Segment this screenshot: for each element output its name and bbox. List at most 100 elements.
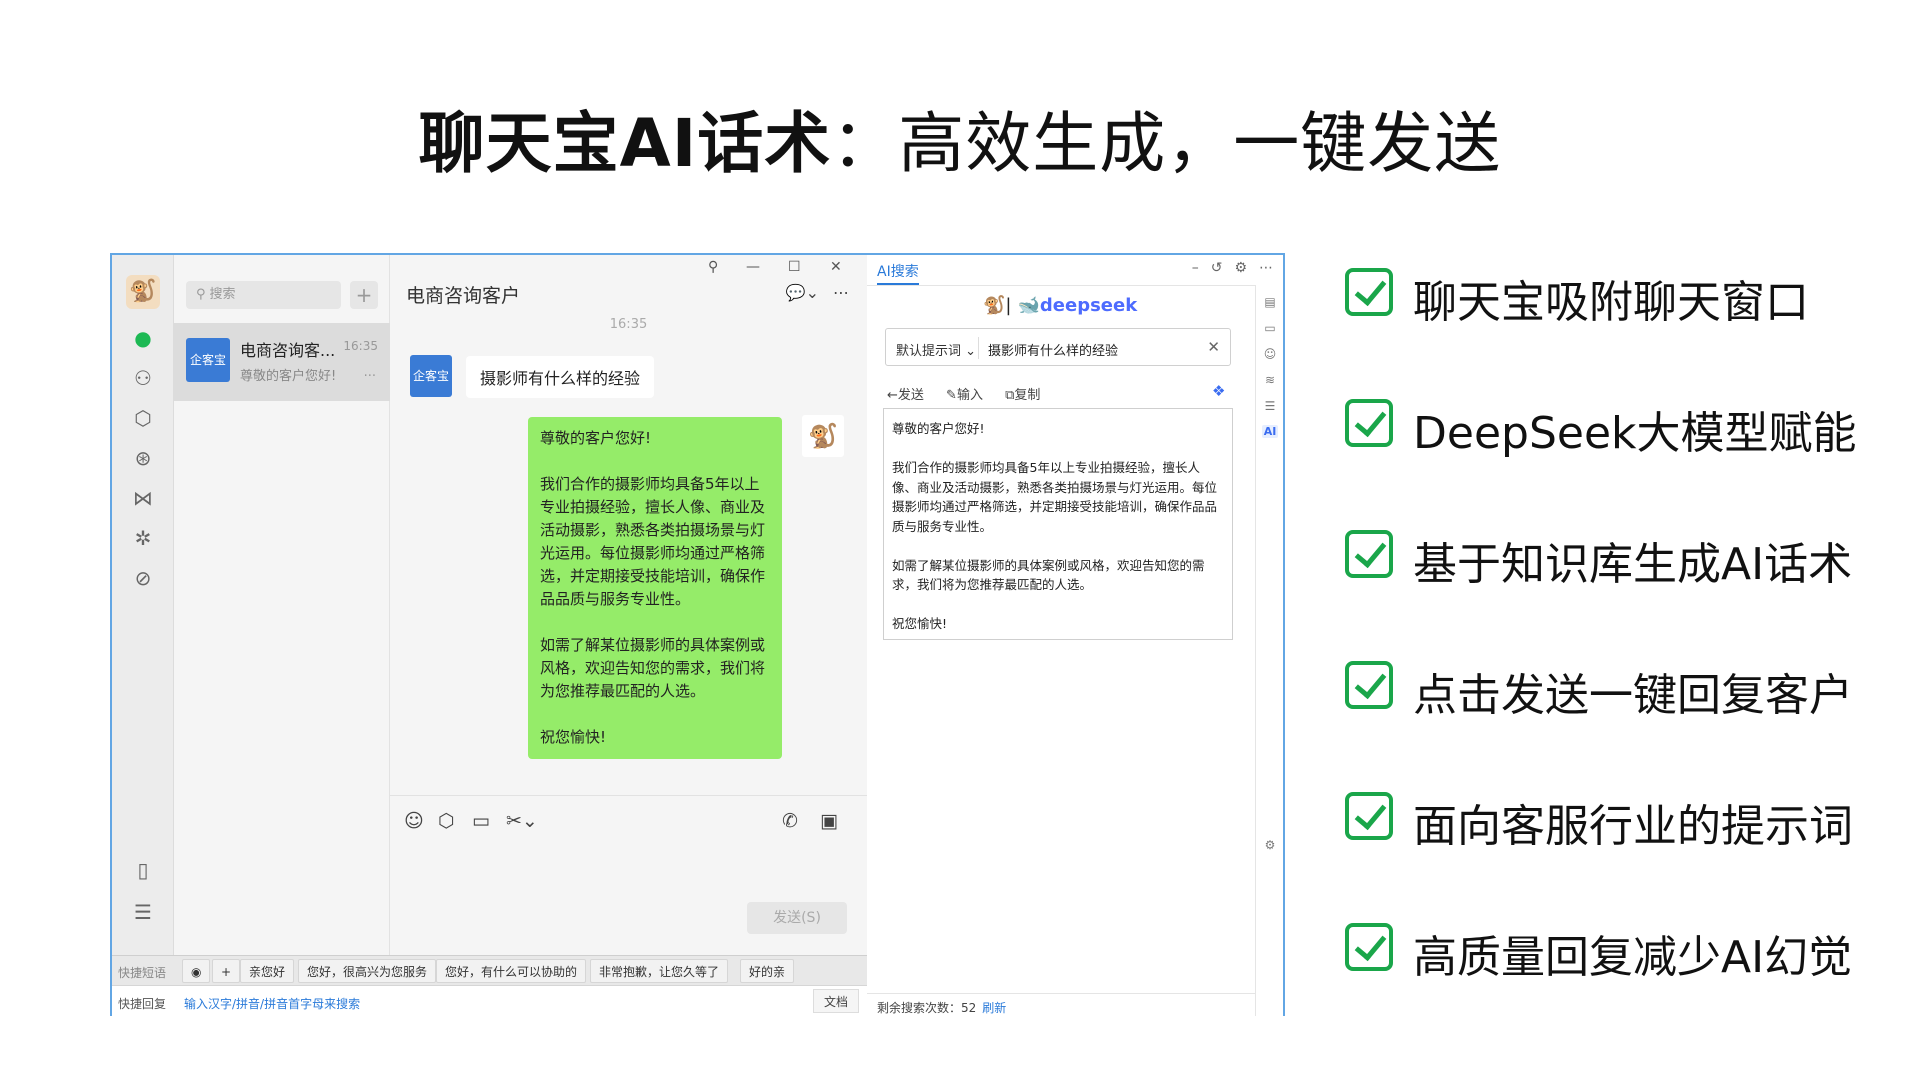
minimize-button[interactable]: — <box>746 259 760 275</box>
video-call-icon[interactable]: ▣ <box>820 810 838 832</box>
customer-avatar: 企客宝 <box>410 355 452 397</box>
feature-item: 基于知识库生成AI话术 <box>1345 524 1905 590</box>
ai-result-text[interactable]: 尊敬的客户您好! 我们合作的摄影师均具备5年以上专业拍摄经验，擅长人像、商业及活… <box>883 408 1233 640</box>
aperture-icon[interactable]: ⊛ <box>128 443 158 473</box>
conversation-item[interactable]: 企客宝 电商咨询客... 16:35 尊敬的客户您好! ... <box>174 323 390 401</box>
checkbox-icon <box>1345 530 1393 578</box>
link-icon[interactable]: ⊘ <box>128 563 158 593</box>
quick-reply-bar: 快捷回复 输入汉字/拼音/拼音首字母来搜索 文档 <box>112 985 867 1016</box>
page-title-bold: 聊天宝AI话术 <box>418 105 832 182</box>
chat-input-area[interactable]: ☺ ⬡ ▭ ✂⌄ ✆ ▣ 发送(S) <box>390 795 867 955</box>
clear-icon[interactable]: ✕ <box>1207 338 1220 356</box>
search-input[interactable]: ⚲ 搜索 <box>186 281 341 309</box>
minimize-icon[interactable]: – <box>1192 260 1199 276</box>
chat-app-window: 🐒 ● ⚇ ⬡ ⊛ ⋈ ✲ ⊘ ▯ ☰ ⚲ 搜索 + 企客宝 电商咨询客... 1… <box>112 255 867 985</box>
layers-icon[interactable]: ≋ <box>1262 373 1278 387</box>
add-phrase-button[interactable]: + <box>212 959 241 983</box>
phone-icon[interactable]: ▯ <box>128 855 158 885</box>
maximize-button[interactable]: ☐ <box>788 259 801 275</box>
conversation-time: 16:35 <box>343 339 378 353</box>
cube-icon[interactable]: ⬡ <box>128 403 158 433</box>
ai-topbar-actions: – ↺ ⚙ ⋯ <box>1180 260 1273 276</box>
feature-item: 点击发送一键回复客户 <box>1345 655 1905 721</box>
prompt-select[interactable]: 默认提示词 ⌄ <box>896 340 976 359</box>
avatar: 企客宝 <box>186 338 230 382</box>
send-button[interactable]: 发送(S) <box>747 902 847 934</box>
chat-title: 电商咨询客户 <box>406 285 521 307</box>
chat-main: ⚲ — ☐ ✕ 电商咨询客户 💬⌄ ⋯ 16:35 企客宝 摄影师有什么样的经验 … <box>390 255 867 955</box>
ai-panel: AI搜索 – ↺ ⚙ ⋯ 🐒| 🐋deepseek 默认提示词 ⌄ 摄影师有什么样的经验… <box>867 255 1283 1016</box>
eye-icon[interactable]: ◉ <box>182 959 211 983</box>
whale-icon: 🐋 <box>1017 295 1040 316</box>
remaining-searches: 剩余搜索次数：52 <box>877 1001 977 1015</box>
checkbox-icon <box>1345 399 1393 447</box>
chat-bubble-icon[interactable]: ● <box>128 323 158 353</box>
contacts-icon[interactable]: ⚇ <box>128 363 158 393</box>
divider <box>978 337 979 359</box>
list-icon[interactable]: ☰ <box>1262 399 1278 413</box>
more-icon[interactable]: ⋯ <box>1259 260 1273 276</box>
ai-side-tab[interactable]: AI <box>1262 425 1278 438</box>
pin-icon[interactable]: ⚲ <box>708 259 718 275</box>
quick-reply-label: 快捷回复 <box>118 997 167 1011</box>
quick-phrase-chip[interactable]: 亲您好 <box>240 959 295 983</box>
more-icon[interactable]: ⋯ <box>833 283 849 302</box>
checkbox-icon <box>1345 792 1393 840</box>
chat-header-actions: 💬⌄ ⋯ <box>772 283 849 302</box>
quick-reply-search-input[interactable]: 输入汉字/拼音/拼音首字母来搜索 <box>184 995 360 1012</box>
feature-text: 基于知识库生成AI话术 <box>1413 539 1853 590</box>
butterfly-icon[interactable]: ⋈ <box>128 483 158 513</box>
folder-icon[interactable]: ▭ <box>472 810 490 832</box>
phone-call-icon[interactable]: ✆ <box>782 810 798 832</box>
monkey-logo-icon[interactable]: 🐒 <box>126 275 160 309</box>
note-icon[interactable]: ▤ <box>1262 295 1278 309</box>
send-action[interactable]: ←发送 <box>887 388 924 403</box>
chat-options-icon[interactable]: 💬⌄ <box>786 283 819 302</box>
feature-text: 点击发送一键回复客户 <box>1413 670 1853 721</box>
feature-item: DeepSeek大模型赋能 <box>1345 393 1905 459</box>
feature-text: 聊天宝吸附聊天窗口 <box>1413 277 1809 328</box>
quick-phrase-chip[interactable]: 好的亲 <box>740 959 795 983</box>
refresh-link[interactable]: 刷新 <box>982 1001 1006 1015</box>
smile-icon[interactable]: ☺ <box>1262 347 1278 361</box>
divider <box>867 285 1255 286</box>
monkey-avatar-icon: 🐒 <box>802 415 844 457</box>
feature-text: DeepSeek大模型赋能 <box>1413 408 1857 459</box>
quick-phrases-bar: 快捷短语 ◉ + 亲您好 您好，很高兴为您服务 您好，有什么可以协助的 非常抱歉… <box>112 955 867 985</box>
sparkle-icon[interactable]: ✲ <box>128 523 158 553</box>
tab-ai-search[interactable]: AI搜索 <box>877 261 919 285</box>
ai-query-input[interactable]: 摄影师有什么样的经验 <box>988 340 1118 359</box>
ai-actions: ←发送 ✎输入 ⧉复制 <box>887 384 1058 403</box>
ai-query-box: 默认提示词 ⌄ 摄影师有什么样的经验 ✕ <box>885 328 1231 366</box>
feature-text: 面向客服行业的提示词 <box>1413 801 1853 852</box>
emoji-icon[interactable]: ☺ <box>404 810 424 832</box>
close-button[interactable]: ✕ <box>830 259 842 275</box>
scissors-icon[interactable]: ✂⌄ <box>506 810 538 832</box>
doc-button[interactable]: 文档 <box>812 989 859 1013</box>
copy-action[interactable]: ⧉复制 <box>1005 388 1040 403</box>
deepseek-icon[interactable]: ❖ <box>1212 382 1225 400</box>
checkbox-icon <box>1345 268 1393 316</box>
quick-phrase-chip[interactable]: 您好，很高兴为您服务 <box>298 959 437 983</box>
undo-icon[interactable]: ↺ <box>1211 260 1223 276</box>
conversation-list: ⚲ 搜索 + 企客宝 电商咨询客... 16:35 尊敬的客户您好! ... <box>174 255 390 955</box>
deepseek-logo: 🐒| 🐋deepseek <box>983 295 1137 316</box>
conversation-name: 电商咨询客... <box>240 341 336 360</box>
menu-icon[interactable]: ☰ <box>128 897 158 927</box>
outgoing-message: 尊敬的客户您好! 我们合作的摄影师均具备5年以上专业拍摄经验，擅长人像、商业及活… <box>528 417 782 759</box>
search-placeholder: 搜索 <box>209 287 236 302</box>
checkbox-icon <box>1345 923 1393 971</box>
message-timestamp: 16:35 <box>609 317 648 332</box>
monkey-logo-icon: 🐒| <box>983 295 1012 316</box>
add-button[interactable]: + <box>350 281 378 309</box>
cube-icon[interactable]: ⬡ <box>438 810 455 832</box>
gear-icon[interactable]: ⚙ <box>1262 838 1278 852</box>
gear-icon[interactable]: ⚙ <box>1234 260 1247 276</box>
incoming-message: 摄影师有什么样的经验 <box>466 356 655 398</box>
page-title: 聊天宝AI话术：高效生成，一键发送 <box>0 90 1920 186</box>
quick-phrases-label: 快捷短语 <box>118 966 167 980</box>
folder-icon[interactable]: ▭ <box>1262 321 1278 335</box>
quick-phrase-chip[interactable]: 您好，有什么可以协助的 <box>436 959 587 983</box>
input-action[interactable]: ✎输入 <box>946 388 983 403</box>
quick-phrase-chip[interactable]: 非常抱歉，让您久等了 <box>590 959 729 983</box>
